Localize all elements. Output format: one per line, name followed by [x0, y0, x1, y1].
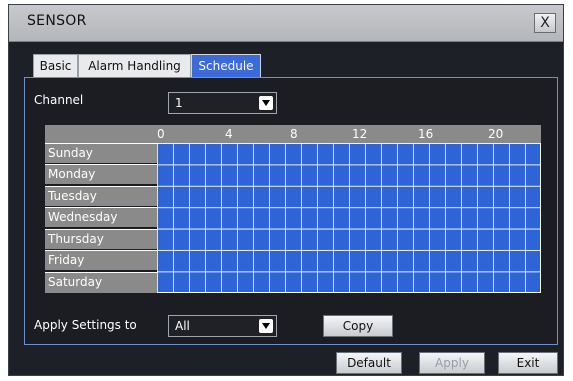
channel-label: Channel [34, 93, 84, 107]
day-column: Sunday Monday Tuesday Wednesday Thursday… [45, 143, 157, 293]
chevron-down-icon [259, 96, 273, 110]
apply-settings-label: Apply Settings to [34, 318, 137, 332]
day-label-wednesday: Wednesday [45, 207, 157, 227]
schedule-panel: Channel 1 0 4 8 12 16 20 Sunday Monday T… [24, 77, 558, 345]
day-label-friday: Friday [45, 250, 157, 270]
hour-label: 12 [352, 127, 368, 141]
day-label-thursday: Thursday [45, 229, 157, 249]
schedule-grid: 0 4 8 12 16 20 Sunday Monday Tuesday Wed… [45, 125, 541, 293]
tab-schedule[interactable]: Schedule [191, 54, 261, 78]
title-bar: SENSOR X [9, 5, 563, 42]
day-label-tuesday: Tuesday [45, 186, 157, 206]
apply-settings-select[interactable]: All [168, 315, 277, 337]
channel-select[interactable]: 1 [168, 92, 277, 114]
apply-settings-value: All [175, 319, 190, 333]
hour-label: 0 [157, 127, 165, 141]
channel-value: 1 [175, 96, 183, 110]
exit-button[interactable]: Exit [498, 352, 558, 374]
dialog-title: SENSOR [27, 13, 87, 29]
apply-button[interactable]: Apply [419, 352, 485, 374]
hour-label: 16 [418, 127, 434, 141]
sensor-dialog: SENSOR X Basic Alarm Handling Schedule C… [8, 4, 564, 376]
schedule-cells[interactable] [157, 143, 541, 293]
hour-label: 4 [225, 127, 233, 141]
day-label-saturday: Saturday [45, 272, 157, 293]
chevron-down-icon [259, 319, 273, 333]
tab-basic[interactable]: Basic [33, 54, 78, 78]
tab-alarm-handling[interactable]: Alarm Handling [78, 54, 191, 78]
close-button[interactable]: X [534, 13, 556, 33]
hour-label: 8 [290, 127, 298, 141]
hour-label: 20 [488, 127, 504, 141]
hour-header: 0 4 8 12 16 20 [45, 125, 541, 143]
day-label-sunday: Sunday [45, 143, 157, 163]
day-label-monday: Monday [45, 164, 157, 184]
copy-button[interactable]: Copy [323, 315, 393, 337]
close-icon: X [540, 15, 550, 31]
default-button[interactable]: Default [336, 352, 402, 374]
